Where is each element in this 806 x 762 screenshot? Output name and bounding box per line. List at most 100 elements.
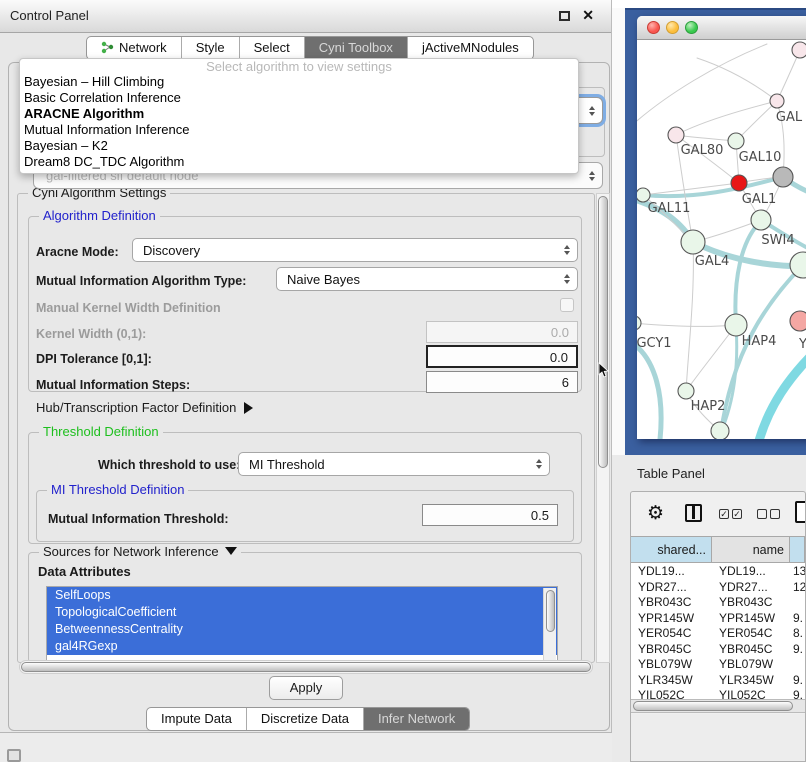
network-node[interactable]	[681, 230, 705, 254]
table-row[interactable]: YDR27...YDR27...12	[631, 579, 805, 595]
checked-box-icon[interactable]: ✓	[732, 509, 742, 519]
hub-section-toggle[interactable]: Hub/Transcription Factor Definition	[36, 400, 253, 415]
table-panel: ⚙ ✓ ✓ shared... name YDL19...YDL19...13Y…	[630, 491, 806, 762]
checked-box-icon[interactable]: ✓	[719, 509, 729, 519]
scrollbar-thumb[interactable]	[21, 662, 591, 672]
which-threshold-combo[interactable]: MI Threshold	[238, 452, 550, 476]
tab-cyni-toolbox[interactable]: Cyni Toolbox	[304, 37, 407, 59]
mi-threshold-label: Mutual Information Threshold:	[48, 512, 229, 526]
document-icon[interactable]	[795, 501, 806, 523]
network-node[interactable]	[790, 311, 806, 331]
table-row[interactable]: YLR345WYLR345W9.	[631, 672, 805, 688]
minimize-traffic-light-icon[interactable]	[666, 21, 679, 34]
network-node[interactable]	[725, 314, 747, 336]
dpi-tolerance-field[interactable]: 0.0	[426, 345, 578, 368]
algorithm-option[interactable]: ARACNE Algorithm	[20, 106, 578, 122]
scrollbar-thumb[interactable]	[598, 196, 608, 468]
network-node[interactable]	[637, 316, 641, 330]
data-attribute-option[interactable]: SelfLoops	[47, 587, 557, 604]
network-node-label: GAL4	[695, 254, 729, 269]
table-row[interactable]: YBL079WYBL079W	[631, 656, 805, 672]
table-cell: 9.	[790, 672, 805, 688]
table-cell: YDR27...	[712, 579, 790, 595]
network-node[interactable]	[792, 42, 806, 58]
algorithm-option[interactable]: Mutual Information Inference	[20, 122, 578, 138]
tab-network[interactable]: Network	[87, 37, 181, 59]
columns-icon[interactable]	[685, 504, 702, 522]
network-edge	[735, 221, 761, 325]
apply-button[interactable]: Apply	[269, 676, 343, 700]
scrollbar-thumb[interactable]	[546, 590, 555, 632]
table-cell: YER054C	[631, 625, 712, 641]
algorithm-option[interactable]: Basic Correlation Inference	[20, 90, 578, 106]
network-node[interactable]	[668, 127, 684, 143]
mi-type-combo[interactable]: Naive Bayes	[276, 267, 578, 291]
attributes-scrollbar[interactable]	[543, 588, 556, 662]
panel-divider[interactable]	[612, 8, 625, 455]
table-row[interactable]: YBR043CYBR043C	[631, 594, 805, 610]
table-row[interactable]: YBR045CYBR045C9.	[631, 641, 805, 657]
column-header-name[interactable]: name	[712, 537, 790, 562]
column-header-partial[interactable]	[790, 537, 805, 562]
mi-threshold-field[interactable]: 0.5	[422, 504, 558, 526]
network-window-titlebar[interactable]	[637, 16, 806, 40]
tab-style[interactable]: Style	[181, 37, 239, 59]
network-node[interactable]	[637, 188, 650, 202]
table-cell: YLR345W	[631, 672, 712, 688]
scrollbar-thumb[interactable]	[633, 701, 793, 711]
tab-infer-network[interactable]: Infer Network	[363, 708, 469, 730]
network-canvas[interactable]: GALGAL80GAL10GAL1SWI4GAL11GAL4GCY1HAP4YH…	[637, 40, 806, 439]
network-edge	[686, 242, 693, 391]
close-traffic-light-icon[interactable]	[647, 21, 660, 34]
tab-discretize-data[interactable]: Discretize Data	[246, 708, 363, 730]
mi-steps-field[interactable]: 6	[426, 371, 578, 393]
table-cell: 9.	[790, 610, 805, 626]
table-row[interactable]: YER054CYER054C8.	[631, 625, 805, 641]
network-node[interactable]	[773, 167, 793, 187]
data-attribute-option[interactable]: TopologicalCoefficient	[47, 604, 557, 621]
network-node[interactable]	[770, 94, 784, 108]
algorithm-option[interactable]: Dream8 DC_TDC Algorithm	[20, 154, 578, 170]
algorithm-dropdown-popup: Select algorithm to view settings Bayesi…	[19, 58, 579, 174]
sources-title[interactable]: Sources for Network Inference	[39, 544, 241, 559]
network-node-label: GCY1	[637, 336, 672, 351]
aracne-mode-combo[interactable]: Discovery	[132, 238, 578, 262]
minimized-panel-icon[interactable]	[7, 749, 21, 762]
tab-impute-data[interactable]: Impute Data	[147, 708, 246, 730]
mi-threshold-definition-title: MI Threshold Definition	[47, 482, 188, 497]
algorithm-option[interactable]: Bayesian – Hill Climbing	[20, 74, 578, 90]
network-node-label: GAL	[776, 110, 803, 125]
settings-vertical-scrollbar[interactable]	[596, 193, 610, 663]
tab-jactivemnodules[interactable]: jActiveMNodules	[407, 37, 533, 59]
tab-label: Style	[196, 40, 225, 55]
zoom-traffic-light-icon[interactable]	[685, 21, 698, 34]
network-node[interactable]	[711, 422, 729, 439]
network-node[interactable]	[678, 383, 694, 399]
network-node[interactable]	[751, 210, 771, 230]
kernel-width-field[interactable]: 0.0	[426, 321, 578, 343]
gear-icon[interactable]: ⚙	[647, 502, 664, 524]
tab-select[interactable]: Select	[239, 37, 304, 59]
data-attributes-list[interactable]: SelfLoopsTopologicalCoefficientBetweenne…	[46, 586, 558, 662]
data-attribute-option[interactable]: BetweennessCentrality	[47, 621, 557, 638]
sources-title-text: Sources for Network Inference	[43, 544, 219, 559]
unchecked-box-icon[interactable]	[757, 509, 767, 519]
combo-arrows-icon	[564, 274, 570, 284]
column-header-shared[interactable]: shared...	[631, 537, 712, 562]
which-threshold-label: Which threshold to use:	[98, 458, 240, 472]
settings-horizontal-scrollbar[interactable]	[19, 660, 593, 674]
network-edge	[736, 101, 777, 141]
manual-kernel-checkbox[interactable]	[560, 298, 574, 312]
table-horizontal-scrollbar[interactable]	[631, 699, 805, 713]
algorithm-option[interactable]: Bayesian – K2	[20, 138, 578, 154]
float-window-icon[interactable]	[559, 11, 570, 21]
control-panel-tabbar: Network Style Select Cyni Toolbox jActiv…	[86, 36, 534, 60]
table-row[interactable]: YPR145WYPR145W9.	[631, 610, 805, 626]
close-icon[interactable]: ✕	[582, 7, 594, 24]
network-node[interactable]	[731, 175, 747, 191]
network-node[interactable]	[728, 133, 744, 149]
table-row[interactable]: YDL19...YDL19...13	[631, 563, 805, 579]
unchecked-box-icon[interactable]	[770, 509, 780, 519]
data-attribute-option[interactable]: gal4RGexp	[47, 638, 557, 655]
algorithm-option-list: Bayesian – Hill ClimbingBasic Correlatio…	[20, 74, 578, 170]
